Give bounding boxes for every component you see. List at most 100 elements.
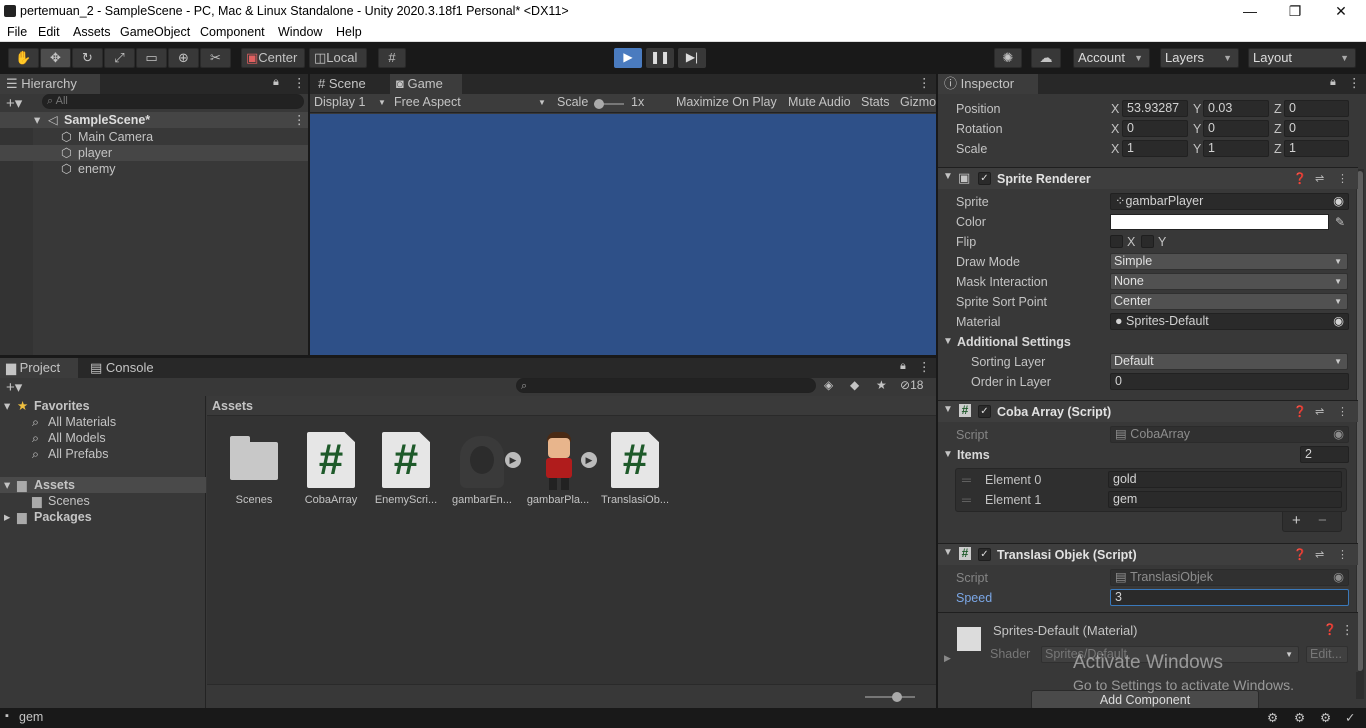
hierarchy-search-input[interactable]: ⌕ All <box>42 94 304 109</box>
add-element-icon[interactable]: + <box>1292 512 1301 529</box>
sprite-sort-point-dropdown[interactable]: Center ▼ <box>1110 293 1348 310</box>
drag-handle-icon[interactable]: ═ <box>962 490 971 510</box>
tree-all-prefabs[interactable]: ⌕ All Prefabs <box>0 446 206 462</box>
tree-all-models[interactable]: ⌕ All Models <box>0 430 206 446</box>
tree-favorites[interactable]: ▾ ★ Favorites <box>0 398 206 414</box>
step-button[interactable]: ▶| <box>678 48 706 68</box>
scale-x-field[interactable]: 1 <box>1122 140 1188 157</box>
foldout-down-icon[interactable]: ▼ <box>943 171 953 182</box>
sprite-renderer-header[interactable]: ▼ ▣ ✓ Sprite Renderer ❓ ⇌ ⋮ <box>938 167 1358 189</box>
object-picker-icon[interactable]: ◉ <box>1333 314 1344 329</box>
tab-game[interactable]: ◙ Game <box>390 74 462 94</box>
drag-handle-icon[interactable]: ═ <box>962 470 971 490</box>
transform-tool-icon[interactable]: ⊕ <box>168 48 199 68</box>
expand-arrow-icon[interactable]: ▶ <box>505 452 521 468</box>
restore-button[interactable]: ❐ <box>1272 0 1318 23</box>
translasi-objek-header[interactable]: ▼ # ✓ Translasi Objek (Script) ❓ ⇌ ⋮ <box>938 543 1358 565</box>
scale-tool-icon[interactable]: ⤢ <box>104 48 135 68</box>
layers-dropdown[interactable]: Layers ▼ <box>1160 48 1239 68</box>
menu-assets[interactable]: Assets <box>73 25 111 39</box>
tree-assets[interactable]: ▾ ▆ Assets <box>0 477 206 493</box>
game-view-canvas[interactable] <box>310 114 936 355</box>
help-icon[interactable]: ❓ <box>1293 405 1307 418</box>
help-icon[interactable]: ❓ <box>1293 548 1307 561</box>
element-1-field[interactable]: gem <box>1108 491 1342 508</box>
scene-row[interactable]: ▾ ◁ SampleScene* ⋮ <box>0 112 308 128</box>
tab-project[interactable]: ▆ Project <box>0 358 78 378</box>
flip-x-checkbox[interactable] <box>1110 235 1123 248</box>
filter-type-icon[interactable]: ◈ <box>824 378 833 392</box>
pivot-center-button[interactable]: ▣Center <box>241 48 305 68</box>
tab-console[interactable]: ▤ Console <box>84 358 162 378</box>
foldout-right-icon[interactable]: ▶ <box>944 653 951 664</box>
cloud-icon[interactable]: ☁ <box>1031 48 1061 68</box>
network-icon[interactable]: ⚙ <box>1320 710 1331 725</box>
rect-tool-icon[interactable]: ▭ <box>136 48 167 68</box>
mute-audio-toggle[interactable]: Mute Audio <box>788 95 851 109</box>
help-icon[interactable]: ❓ <box>1293 172 1307 185</box>
hierarchy-item-enemy[interactable]: ⬡ enemy <box>0 161 308 177</box>
scale-slider[interactable] <box>594 99 624 109</box>
draw-mode-dropdown[interactable]: Simple ▼ <box>1110 253 1348 270</box>
scale-slider-thumb[interactable] <box>594 99 604 109</box>
grid-snap-icon[interactable]: # <box>378 48 406 68</box>
minimize-button[interactable]: — <box>1227 0 1273 23</box>
items-size-field[interactable]: 2 <box>1300 446 1349 463</box>
menu-help[interactable]: Help <box>336 25 362 39</box>
component-menu-icon[interactable]: ⋮ <box>1337 172 1348 185</box>
tree-all-materials[interactable]: ⌕ All Materials <box>0 414 206 430</box>
rotation-x-field[interactable]: 0 <box>1122 120 1188 137</box>
more-options-icon[interactable]: ⋮ <box>918 359 931 374</box>
menu-window[interactable]: Window <box>278 25 322 39</box>
rotation-y-field[interactable]: 0 <box>1203 120 1269 137</box>
foldout-down-icon[interactable]: ▼ <box>943 332 953 352</box>
scale-z-field[interactable]: 1 <box>1284 140 1349 157</box>
eyedropper-icon[interactable]: ✎ <box>1335 212 1345 232</box>
translasi-enabled-checkbox[interactable]: ✓ <box>978 548 991 561</box>
flip-y-checkbox[interactable] <box>1141 235 1154 248</box>
expand-arrow-icon[interactable]: ▶ <box>581 452 597 468</box>
close-button[interactable]: ✕ <box>1318 0 1364 23</box>
hand-tool-icon[interactable]: ✋ <box>8 48 39 68</box>
hidden-packages-toggle[interactable]: ⊘18 <box>900 378 923 392</box>
project-search-input[interactable]: ⌕ <box>516 378 816 393</box>
create-plus-icon[interactable]: +▾ <box>6 378 22 396</box>
status-message[interactable]: gem <box>19 710 43 724</box>
material-field[interactable]: ● Sprites-Default ◉ <box>1110 313 1349 330</box>
component-menu-icon[interactable]: ⋮ <box>1337 405 1348 418</box>
hierarchy-item-player[interactable]: ⬡ player <box>0 145 308 161</box>
more-options-icon[interactable]: ⋮ <box>1348 75 1361 90</box>
filter-label-icon[interactable]: ◆ <box>850 378 859 392</box>
gizmos-toggle[interactable]: Gizmo <box>900 95 936 109</box>
lock-icon[interactable]: 🔒︎ <box>1330 76 1336 89</box>
mask-interaction-dropdown[interactable]: None ▼ <box>1110 273 1348 290</box>
additional-settings-row[interactable]: ▼ Additional Settings <box>938 332 1358 352</box>
more-options-icon[interactable]: ⋮ <box>918 75 931 90</box>
maximize-on-play-toggle[interactable]: Maximize On Play <box>676 95 777 109</box>
sorting-layer-dropdown[interactable]: Default ▼ <box>1110 353 1348 370</box>
rotate-tool-icon[interactable]: ↻ <box>72 48 103 68</box>
aspect-dropdown[interactable]: Free Aspect ▼ <box>394 95 549 109</box>
coba-array-enabled-checkbox[interactable]: ✓ <box>978 405 991 418</box>
sprite-renderer-enabled-checkbox[interactable]: ✓ <box>978 172 991 185</box>
order-in-layer-field[interactable]: 0 <box>1110 373 1349 390</box>
collab-icon[interactable]: ✺ <box>994 48 1022 68</box>
lighting-icon[interactable]: ⚙ <box>1267 710 1278 725</box>
speed-field[interactable]: 3 <box>1110 589 1349 606</box>
tree-packages[interactable]: ▸ ▆ Packages <box>0 509 206 525</box>
menu-edit[interactable]: Edit <box>38 25 60 39</box>
favorite-star-icon[interactable]: ★ <box>876 378 887 392</box>
shader-edit-button[interactable]: Edit... <box>1306 646 1348 663</box>
remove-element-icon[interactable]: − <box>1318 512 1327 529</box>
component-menu-icon[interactable]: ⋮ <box>1341 622 1354 637</box>
scale-y-field[interactable]: 1 <box>1203 140 1269 157</box>
account-dropdown[interactable]: Account ▼ <box>1073 48 1150 68</box>
icon-size-slider-thumb[interactable] <box>892 692 902 702</box>
more-options-icon[interactable]: ⋮ <box>293 75 306 90</box>
custom-tool-icon[interactable]: ✂ <box>200 48 231 68</box>
pause-button[interactable]: ❚❚ <box>646 48 674 68</box>
play-button[interactable]: ▶ <box>614 48 642 68</box>
rotation-z-field[interactable]: 0 <box>1284 120 1349 137</box>
position-y-field[interactable]: 0.03 <box>1203 100 1269 117</box>
presets-icon[interactable]: ⇌ <box>1315 172 1324 185</box>
